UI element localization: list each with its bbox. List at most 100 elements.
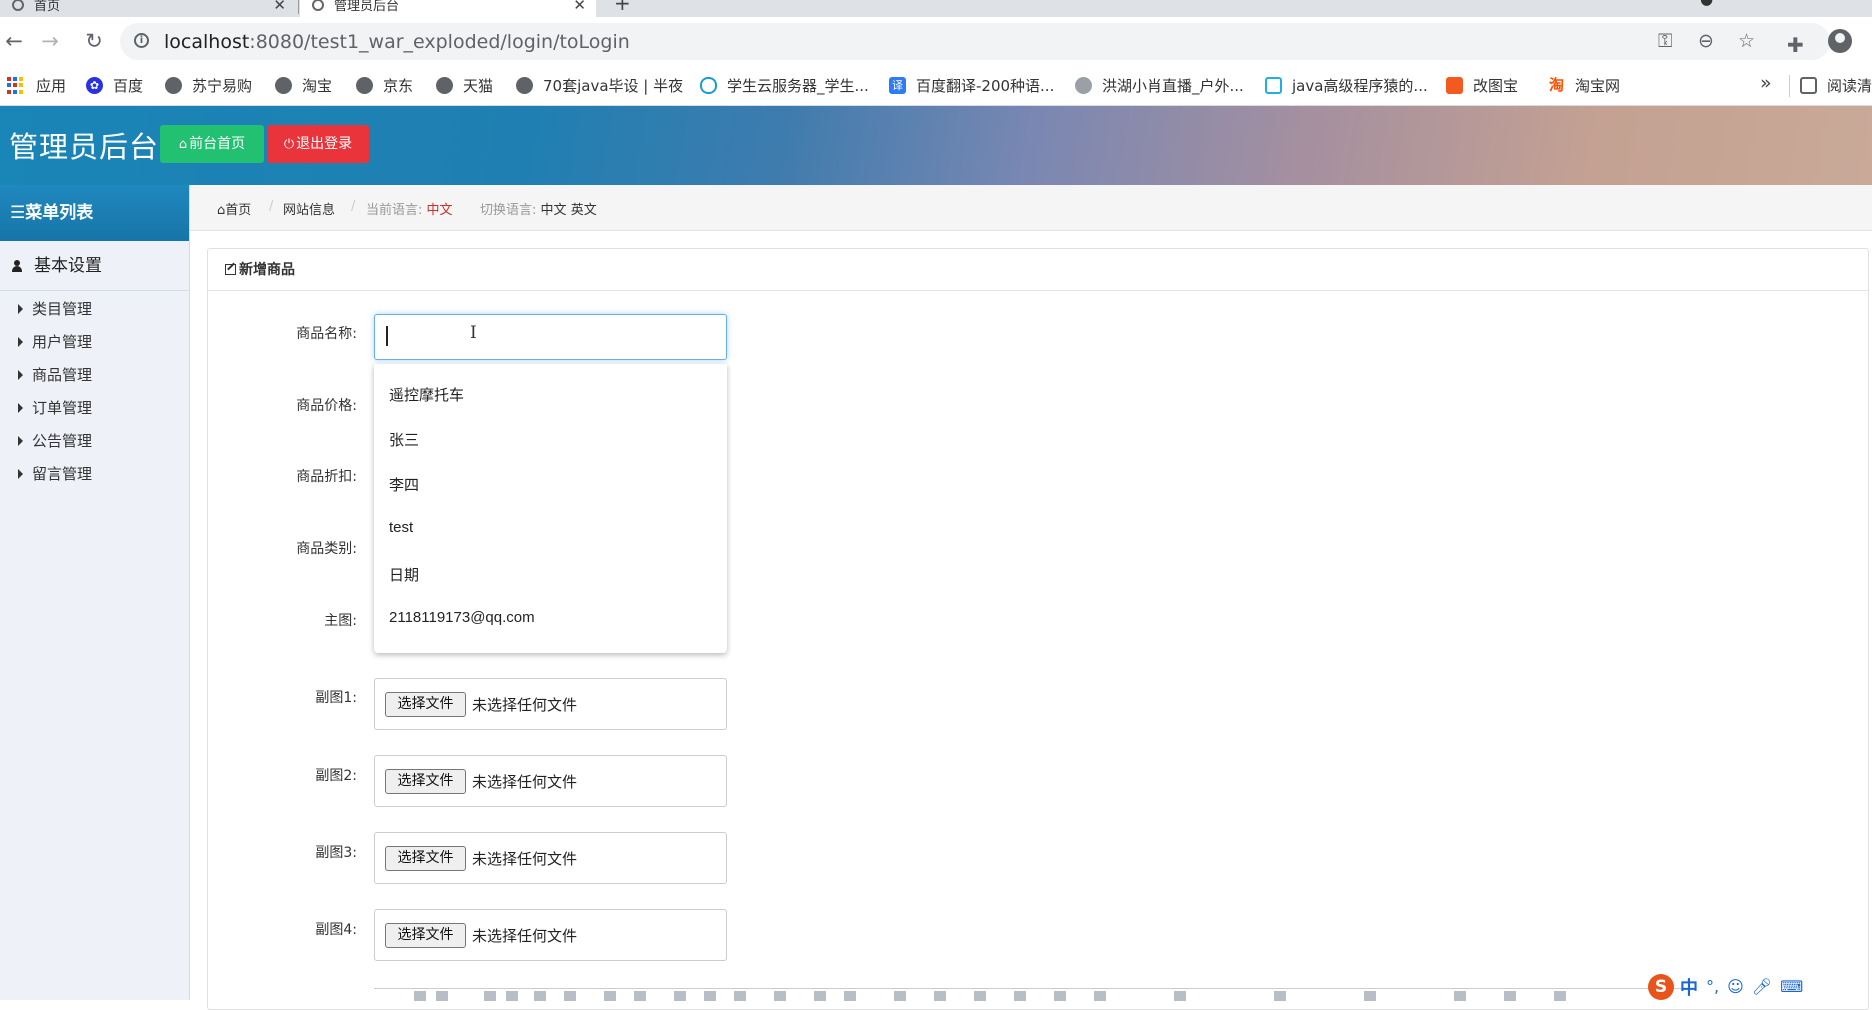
sub-image-2-file-input: 选择文件 未选择任何文件	[374, 755, 727, 807]
ibeam-cursor-icon: I	[470, 323, 477, 343]
emoji-icon: ☺	[1727, 977, 1744, 996]
sidebar-item-users[interactable]: 用户管理	[18, 331, 92, 352]
sidebar-item-products[interactable]: 商品管理	[18, 364, 92, 385]
bookmark-student-cloud[interactable]: 学生云服务器_学生...	[700, 75, 869, 96]
sidebar-item-messages[interactable]: 留言管理	[18, 463, 92, 484]
bookmark-suning[interactable]: 苏宁易购	[165, 75, 252, 96]
reading-list[interactable]: 阅读清	[1800, 75, 1872, 96]
bookmark-baidu-translate[interactable]: 译 百度翻译-200种语...	[889, 75, 1054, 96]
bookmark-label: 70套java毕设 | 半夜	[543, 77, 684, 95]
bilibili-icon	[1265, 77, 1282, 94]
key-icon[interactable]: ⚿	[1658, 30, 1672, 52]
file-status-text: 未选择任何文件	[472, 696, 578, 714]
file-status-text: 未选择任何文件	[472, 773, 578, 791]
admin-header: 管理员后台 ⌂ 前台首页 ⏻ 退出登录	[0, 106, 1872, 185]
menu-list-title: 菜单列表	[25, 203, 94, 223]
autocomplete-option[interactable]: 李四	[389, 474, 419, 495]
address-bar[interactable]: i localhost:8080/test1_war_exploded/logi…	[120, 23, 1830, 60]
bookmark-apps[interactable]: 应用	[7, 75, 66, 96]
ime-toolbar[interactable]: S 中 °, ☺ 🎤︎ ⌨	[1648, 973, 1803, 1000]
bookmark-label: 淘宝网	[1575, 77, 1621, 95]
globe-icon	[356, 77, 373, 94]
bookmark-live-stream[interactable]: 洪湖小肖直播_户外...	[1075, 75, 1244, 96]
bookmark-taobao-net[interactable]: 淘 淘宝网	[1548, 75, 1620, 96]
caret-right-icon	[18, 370, 23, 380]
apps-grid-icon	[7, 77, 24, 94]
chevron-more-icon[interactable]: »	[1760, 72, 1772, 94]
sidebar-item-label: 类目管理	[32, 300, 93, 318]
autocomplete-option[interactable]: 遥控摩托车	[389, 384, 464, 405]
choose-file-button[interactable]: 选择文件	[385, 923, 466, 948]
sidebar-item-announcements[interactable]: 公告管理	[18, 430, 92, 451]
bookmark-label: 天猫	[463, 77, 494, 95]
current-language-value: 中文	[426, 203, 453, 218]
autocomplete-option[interactable]: 日期	[389, 564, 419, 585]
close-icon[interactable]: ✕	[573, 0, 586, 14]
menu-list-header[interactable]: ☰菜单列表	[0, 185, 189, 241]
current-language: 当前语言: 中文	[366, 199, 453, 218]
product-price-label: 商品价格:	[296, 398, 357, 414]
tab-search-icon[interactable]: ●	[1700, 0, 1713, 8]
back-arrow-icon[interactable]: ←	[0, 27, 28, 55]
sub-image-4-file-input: 选择文件 未选择任何文件	[374, 909, 727, 961]
forward-arrow-icon[interactable]: →	[36, 27, 64, 55]
url-host: localhost	[164, 31, 250, 53]
caret-right-icon	[18, 469, 23, 479]
sub-image-3-file-input: 选择文件 未选择任何文件	[374, 832, 727, 884]
edit-icon	[225, 264, 236, 275]
bookmark-tmall[interactable]: 天猫	[436, 75, 493, 96]
breadcrumb-separator: /	[269, 199, 274, 214]
sidebar-group-basic-settings[interactable]: 基本设置	[0, 241, 189, 291]
sidebar: ☰菜单列表 基本设置 类目管理 用户管理 商品管理 订单管理 公告管理 留言管理	[0, 185, 190, 1000]
bookmark-baidu[interactable]: ✿ 百度	[86, 75, 143, 96]
site-info-icon[interactable]: i	[134, 33, 149, 48]
browser-tab-home[interactable]: 首页 ✕	[0, 0, 296, 17]
bookmark-gaitubao[interactable]: 改图宝	[1446, 75, 1518, 96]
bookmark-bilibili[interactable]: java高级程序猿的...	[1265, 75, 1428, 96]
panel-header: 新增商品	[208, 249, 1868, 291]
breadcrumb-site-info[interactable]: 网站信息	[283, 199, 335, 218]
switch-to-chinese-link[interactable]: 中文	[541, 203, 567, 218]
home-icon: ⌂	[178, 137, 188, 152]
tab-title: 管理员后台	[334, 0, 400, 14]
bookmark-jd[interactable]: 京东	[356, 75, 413, 96]
autocomplete-option[interactable]: test	[389, 519, 413, 536]
logout-button-label: 退出登录	[296, 136, 353, 152]
choose-file-button[interactable]: 选择文件	[385, 692, 466, 717]
zoom-icon[interactable]: ⊖	[1698, 30, 1714, 52]
switch-to-english-link[interactable]: 英文	[571, 203, 597, 218]
panel-title: 新增商品	[239, 262, 295, 278]
switch-language: 切换语言: 中文 英文	[480, 199, 597, 218]
globe-icon	[516, 77, 533, 94]
bookmark-label: 应用	[36, 77, 67, 95]
sidebar-group-label: 基本设置	[34, 256, 102, 276]
rich-editor-toolbar[interactable]	[374, 988, 1694, 1003]
bookmark-star-icon[interactable]: ☆	[1738, 30, 1755, 52]
extensions-puzzle-icon[interactable]: ✚	[1787, 33, 1804, 57]
choose-file-button[interactable]: 选择文件	[385, 846, 466, 871]
tab-title: 首页	[34, 0, 61, 14]
breadcrumb-separator: /	[351, 199, 356, 214]
product-name-input[interactable]	[374, 314, 727, 360]
choose-file-button[interactable]: 选择文件	[385, 769, 466, 794]
bookmark-taobao[interactable]: 淘宝	[275, 75, 332, 96]
current-language-label: 当前语言:	[366, 203, 423, 218]
minimize-icon[interactable]: ─	[1812, 0, 1821, 8]
sidebar-item-orders[interactable]: 订单管理	[18, 397, 92, 418]
url-text[interactable]: localhost:8080/test1_war_exploded/login/…	[164, 31, 630, 53]
sidebar-item-category[interactable]: 类目管理	[18, 298, 92, 319]
profile-avatar-icon[interactable]	[1828, 29, 1852, 53]
sub-image-4-label: 副图4:	[315, 922, 357, 938]
logout-button[interactable]: ⏻ 退出登录	[267, 125, 369, 163]
autocomplete-option[interactable]: 张三	[389, 429, 419, 450]
bookmark-java-projects[interactable]: 70套java毕设 | 半夜	[516, 75, 683, 96]
close-icon[interactable]: ✕	[273, 0, 286, 14]
main-image-label: 主图:	[324, 613, 357, 629]
frontend-home-button[interactable]: ⌂ 前台首页	[160, 125, 264, 163]
breadcrumb-home[interactable]: ⌂首页	[217, 199, 251, 218]
autocomplete-option[interactable]: 2118119173@qq.com	[389, 609, 535, 626]
bookmark-label: 改图宝	[1473, 77, 1519, 95]
browser-tab-admin[interactable]: 管理员后台 ✕	[300, 0, 596, 17]
reload-icon[interactable]: ↻	[80, 27, 108, 55]
new-tab-icon[interactable]: +	[614, 0, 631, 15]
